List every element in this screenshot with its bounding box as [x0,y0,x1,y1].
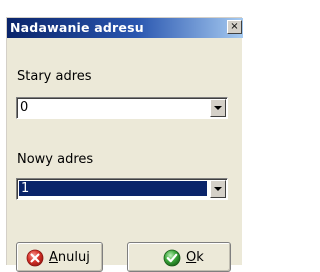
cancel-icon [26,249,44,267]
old-address-label: Stary adres [17,69,92,84]
new-address-label: Nowy adres [17,152,94,167]
close-icon: × [230,21,239,32]
cancel-button[interactable]: Anuluj [16,242,103,272]
close-button[interactable]: × [227,20,242,34]
address-dialog: Nadawanie adresu × Stary adres 0 Nowy ad… [6,17,243,272]
new-address-dropdown-button[interactable] [210,180,226,198]
old-address-dropdown-button[interactable] [210,99,226,117]
title-bar[interactable]: Nadawanie adresu × [7,18,243,38]
old-address-value: 0 [20,100,29,115]
cancel-button-label: Anuluj [49,250,90,265]
old-address-select[interactable]: 0 [16,97,228,119]
ok-button[interactable]: Ok [127,242,231,272]
new-address-value: 1 [19,181,207,196]
ok-icon [163,249,181,267]
dialog-title: Nadawanie adresu [10,20,144,35]
ok-button-label: Ok [186,250,204,265]
new-address-select[interactable]: 1 [16,178,228,200]
